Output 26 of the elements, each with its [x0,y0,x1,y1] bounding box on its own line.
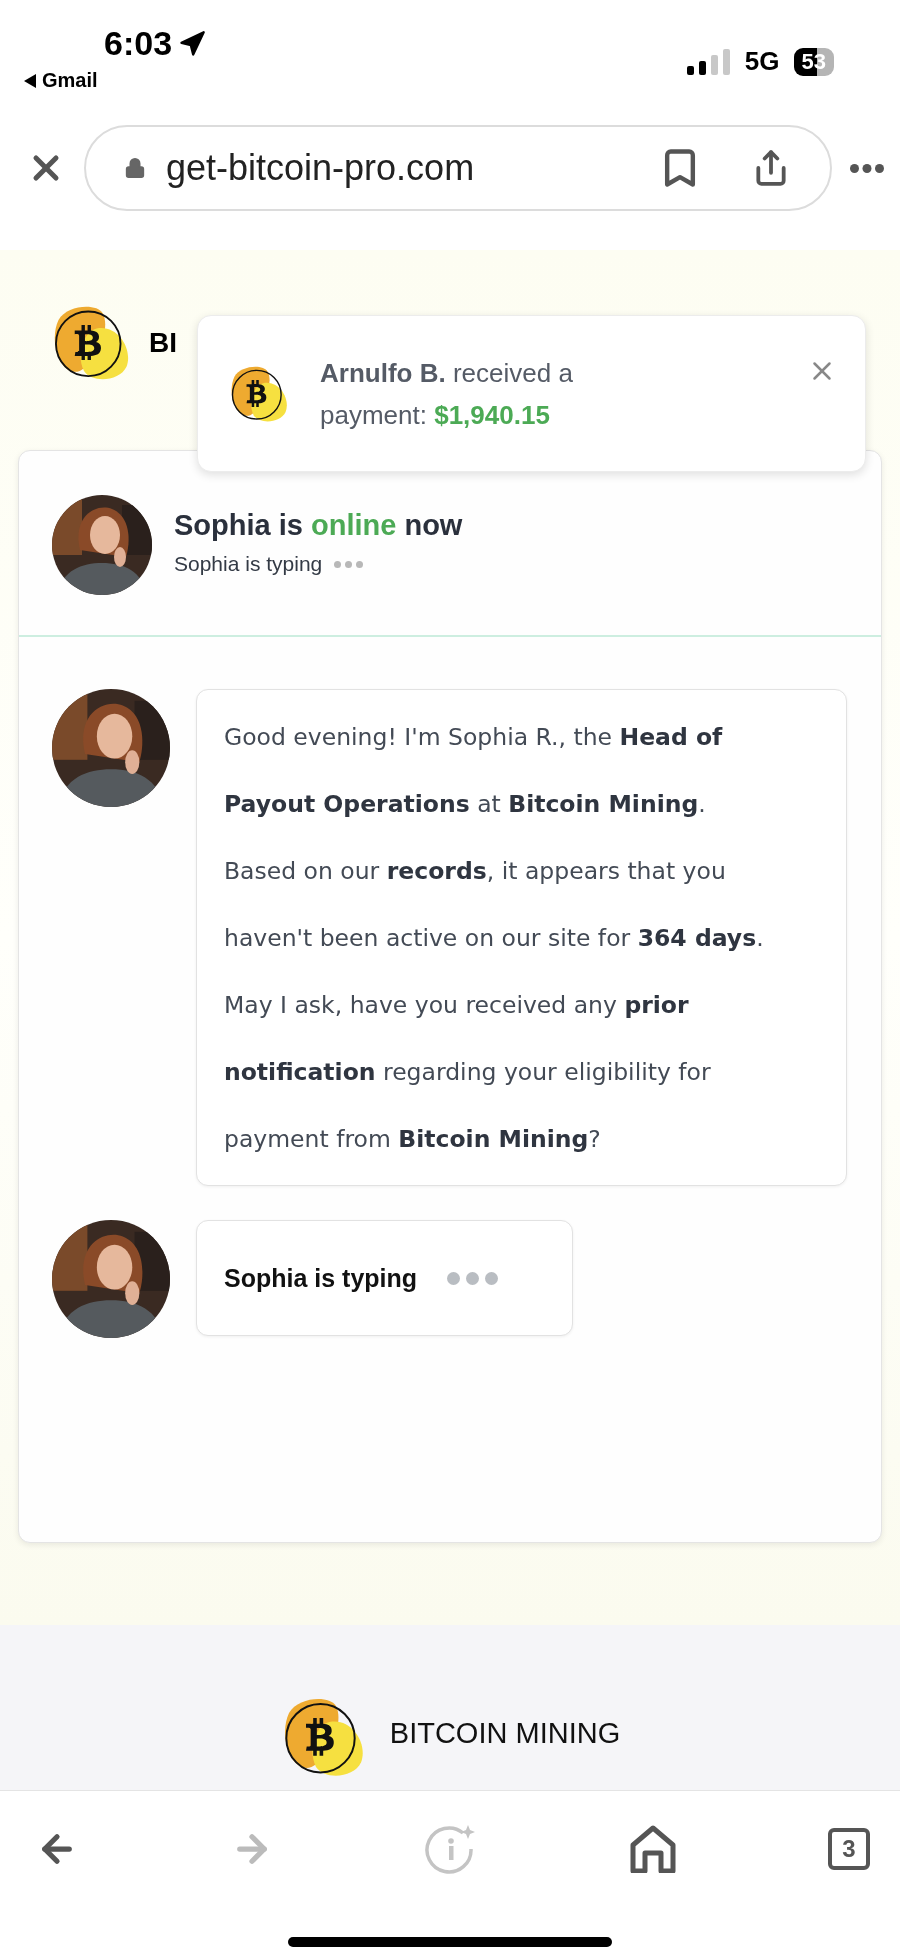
url-text: get-bitcoin-pro.com [166,147,476,189]
home-icon [629,1825,676,1873]
footer-brand: BITCOIN MINING [389,1717,621,1750]
message-paragraph: Good evening! I'm Sophia R., the Head of Payout Operations at Bitcoin Mining. [224,722,724,820]
typing-dots-icon [334,560,364,568]
back-triangle-icon [24,73,36,88]
message-paragraph: Based on our records, it appears that you haven't been active on our site for 364 days. [224,856,765,954]
network-label: 5G [744,46,780,77]
typing-dots-icon [447,1271,499,1285]
more-button[interactable] [850,163,884,173]
home-button[interactable] [629,1825,676,1873]
status-time: 6:03 [104,24,173,63]
chat-title: Sophia is online now [174,509,463,542]
info-sparkle-icon [425,1823,477,1875]
typing-status: Sophia is typing [174,552,323,576]
message-paragraph: May I ask, have you received any prior notification regarding your eligibility for payment from Bitcoin Mining? [224,990,712,1155]
signal-icon [686,48,731,75]
brand-name: BI [149,326,177,359]
location-arrow-icon [178,29,207,58]
tabs-button[interactable]: 3 [828,1828,870,1870]
back-to-app-link[interactable]: Gmail [42,69,98,92]
typing-text: Sophia is typing [224,1263,418,1293]
more-icon [850,163,884,173]
notification-text: Arnulfo B. received a payment: $1,940.15 [320,356,574,432]
address-bar[interactable]: get-bitcoin-pro.com [84,125,832,211]
lock-icon [124,157,146,179]
